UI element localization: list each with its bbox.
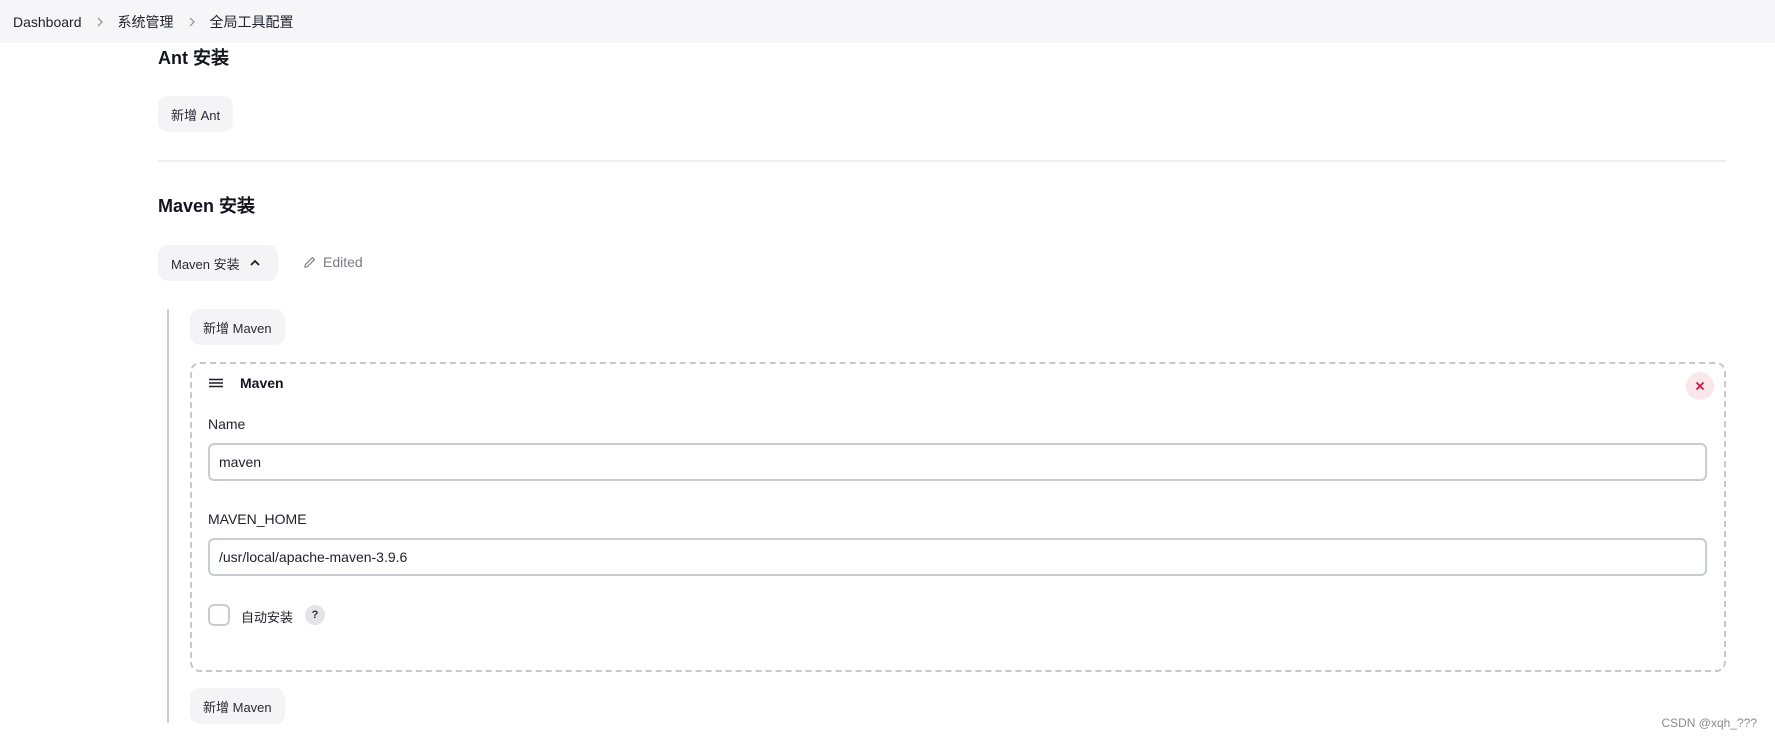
section-divider — [158, 160, 1726, 162]
name-label: Name — [208, 416, 246, 432]
add-maven-button-top[interactable]: 新增 Maven — [190, 309, 285, 345]
chevron-right-icon — [95, 17, 105, 27]
maven-card-title: Maven — [240, 375, 284, 391]
pencil-icon — [304, 256, 315, 268]
close-icon — [1695, 381, 1705, 391]
breadcrumb-global-tool-config[interactable]: 全局工具配置 — [210, 12, 294, 32]
maven-toggle-label: Maven 安装 — [171, 256, 240, 272]
ant-section-title: Ant 安装 — [158, 48, 229, 68]
help-icon[interactable]: ? — [305, 605, 325, 625]
maven-installation-card — [190, 362, 1726, 672]
chevron-up-icon — [250, 259, 260, 266]
auto-install-label[interactable]: 自动安装 — [241, 607, 293, 626]
maven-card-header: Maven — [208, 375, 284, 391]
chevron-right-icon — [187, 17, 197, 27]
maven-installations-toggle[interactable]: Maven 安装 — [158, 245, 278, 281]
breadcrumb-bar: Dashboard 系统管理 全局工具配置 — [0, 0, 1775, 43]
edited-label: Edited — [323, 254, 363, 270]
maven-home-input[interactable] — [208, 538, 1707, 576]
add-maven-button-bottom[interactable]: 新增 Maven — [190, 688, 285, 724]
delete-installation-button[interactable] — [1686, 372, 1714, 400]
edited-indicator: Edited — [302, 254, 363, 270]
nested-indent-line — [167, 309, 169, 723]
auto-install-checkbox[interactable] — [208, 604, 230, 626]
maven-section-title: Maven 安装 — [158, 196, 256, 216]
add-ant-button[interactable]: 新增 Ant — [158, 96, 234, 132]
maven-home-label: MAVEN_HOME — [208, 511, 307, 527]
breadcrumb-dashboard[interactable]: Dashboard — [13, 14, 82, 30]
watermark: CSDN @xqh_??? — [1661, 716, 1757, 730]
breadcrumb-system-management[interactable]: 系统管理 — [118, 12, 174, 32]
drag-handle-icon[interactable] — [208, 375, 224, 391]
name-input[interactable] — [208, 443, 1707, 481]
